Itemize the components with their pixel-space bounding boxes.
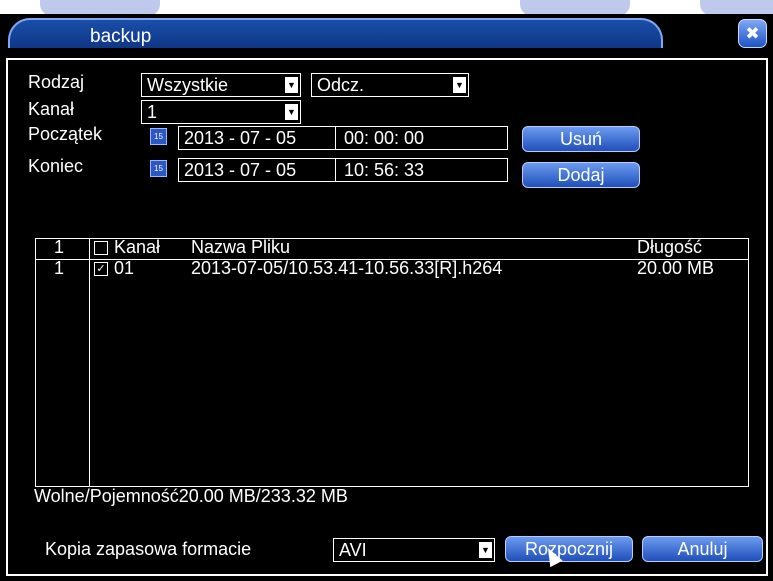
header-filename: Nazwa Pliku: [191, 237, 291, 257]
channel-select[interactable]: 1 ▼: [141, 100, 301, 124]
end-date[interactable]: 2013 - 07 - 05: [184, 159, 296, 181]
end-label: Koniec: [28, 156, 84, 176]
chevron-down-icon: ▼: [453, 77, 466, 93]
select-all-checkbox[interactable]: [94, 241, 108, 255]
row-length[interactable]: 20.00 MB: [637, 258, 714, 279]
type-select[interactable]: Wszystkie ▼: [141, 73, 301, 97]
channel-select-value: 1: [147, 102, 158, 122]
format-label: Kopia zapasowa formacie: [45, 539, 252, 559]
header-index: 1: [54, 237, 65, 257]
mode-select[interactable]: Odcz. ▼: [311, 73, 469, 97]
start-time[interactable]: 00: 00: 00: [344, 127, 424, 149]
header-channel: Kanał: [114, 237, 161, 257]
chevron-down-icon: ▼: [285, 77, 298, 93]
title-bar: backup ✖: [0, 14, 773, 54]
cancel-button[interactable]: Anuluj: [642, 536, 763, 562]
format-select[interactable]: AVI ▼: [333, 538, 495, 562]
type-label: Rodzaj: [28, 72, 85, 92]
add-button[interactable]: Dodaj: [522, 162, 640, 188]
chevron-down-icon: ▼: [285, 104, 298, 120]
mode-select-value: Odcz.: [317, 75, 365, 95]
chevron-down-icon: ▼: [479, 542, 492, 558]
start-backup-button[interactable]: Rozpocznij: [505, 536, 633, 562]
remove-button[interactable]: Usuń: [522, 126, 640, 152]
type-select-value: Wszystkie: [147, 75, 228, 95]
format-select-value: AVI: [339, 540, 367, 560]
calendar-icon[interactable]: 15: [150, 160, 167, 177]
start-date[interactable]: 2013 - 07 - 05: [184, 127, 296, 149]
header-length: Długość: [637, 237, 703, 257]
column-divider: [89, 239, 90, 486]
close-icon: ✖: [745, 24, 760, 43]
separator: [335, 127, 336, 149]
end-time[interactable]: 10: 56: 33: [344, 159, 424, 181]
end-datetime-field[interactable]: 2013 - 07 - 05 10: 56: 33: [178, 158, 508, 182]
row-filename[interactable]: 2013-07-05/10.53.41-10.56.33[R].h264: [191, 258, 502, 279]
channel-label: Kanał: [28, 99, 75, 119]
start-datetime-field[interactable]: 2013 - 07 - 05 00: 00: 00: [178, 126, 508, 150]
dialog-title: backup: [90, 26, 152, 47]
row-checkbox[interactable]: ✓: [94, 262, 108, 276]
row-channel[interactable]: 01: [114, 258, 134, 279]
close-button[interactable]: ✖: [738, 19, 767, 48]
calendar-icon[interactable]: 15: [150, 128, 167, 145]
separator: [335, 159, 336, 181]
backup-dialog: backup ✖ Rodzaj Wszystkie ▼ Odcz. ▼ Kana…: [0, 14, 773, 581]
capacity-info: Wolne/Pojemność20.00 MB/233.32 MB: [34, 486, 348, 506]
file-table: 1 Kanał Nazwa Pliku Długość 1 ✓ 01 2013-…: [35, 237, 749, 487]
start-label: Początek: [28, 124, 103, 144]
row-index: 1: [54, 258, 65, 278]
